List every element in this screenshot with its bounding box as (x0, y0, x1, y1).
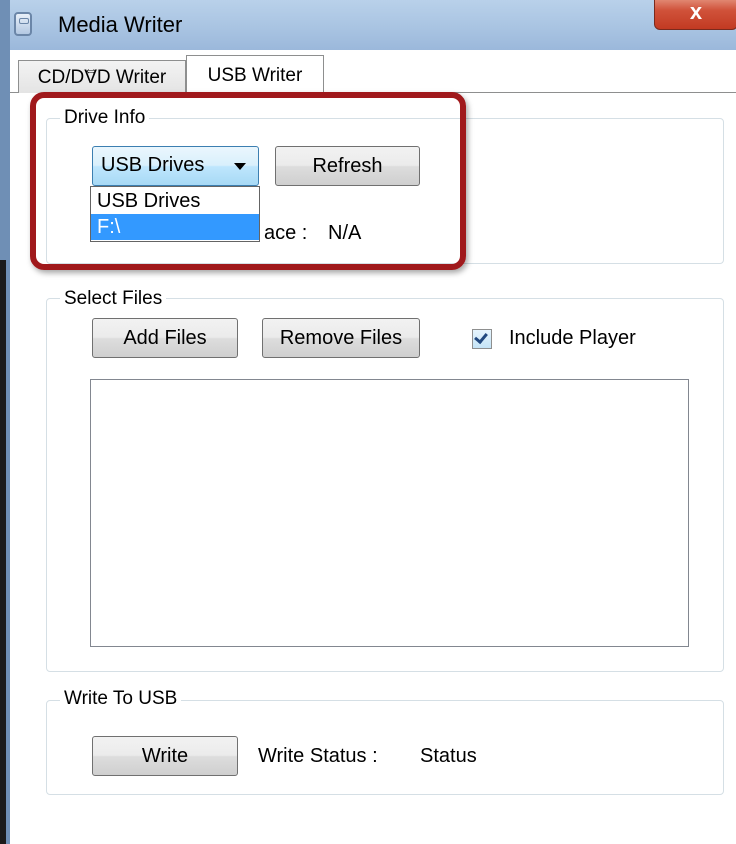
write-status-value: Status (420, 745, 477, 767)
write-button[interactable]: Write (92, 736, 238, 776)
app-icon (14, 12, 32, 36)
write-status-label: Write Status : (258, 745, 378, 767)
write-to-usb-group-label: Write To USB (60, 688, 182, 710)
include-player-checkbox[interactable] (472, 329, 492, 349)
include-player-label[interactable]: Include Player (509, 327, 636, 350)
checkmark-icon (474, 329, 488, 345)
close-button[interactable]: x (654, 0, 736, 30)
select-files-group-label: Select Files (60, 288, 167, 310)
add-files-button[interactable]: Add Files (92, 318, 238, 358)
tab-cd-dvd-writer[interactable]: CD/DVD Writer (18, 60, 186, 93)
window-left-frame-shadow (0, 260, 6, 844)
window-title: Media Writer (58, 12, 183, 37)
cursor-resize-icon: ⇔ (83, 62, 99, 79)
tab-usb-writer[interactable]: USB Writer (186, 55, 324, 94)
file-list[interactable] (90, 379, 689, 647)
annotation-highlight-box (30, 92, 466, 270)
remove-files-button[interactable]: Remove Files (262, 318, 420, 358)
